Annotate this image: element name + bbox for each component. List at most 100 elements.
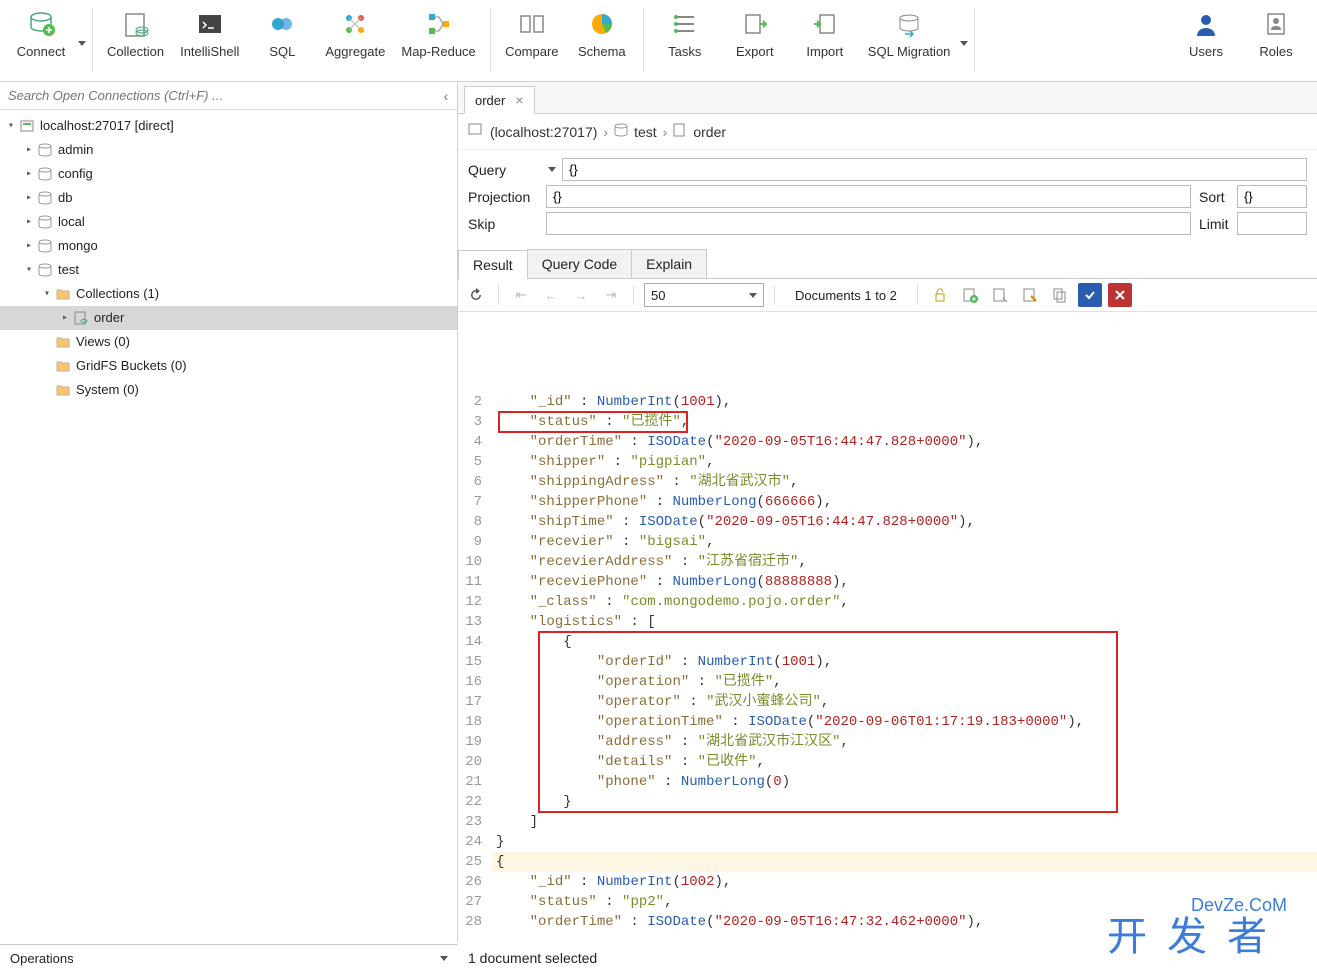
- editor-line[interactable]: 22 }: [458, 792, 1317, 812]
- editor-line[interactable]: 13 "logistics" : [: [458, 612, 1317, 632]
- migration-icon: [893, 8, 925, 40]
- tree-db-test[interactable]: ▾test: [0, 258, 457, 282]
- aggregate-icon: [339, 8, 371, 40]
- skip-input[interactable]: [546, 212, 1191, 235]
- next-page-button[interactable]: →: [569, 283, 593, 307]
- editor-line[interactable]: 2 "_id" : NumberInt(1001),: [458, 392, 1317, 412]
- database-plus-icon: [25, 8, 57, 40]
- editor-line[interactable]: 3 "status" : "已揽件",: [458, 412, 1317, 432]
- page-size-select[interactable]: 50: [644, 283, 764, 307]
- compare-button[interactable]: Compare: [497, 4, 567, 63]
- tree-db-local[interactable]: ▸local: [0, 210, 457, 234]
- editor-line[interactable]: 9 "recevier" : "bigsai",: [458, 532, 1317, 552]
- editor-line[interactable]: 23 ]: [458, 812, 1317, 832]
- folder-icon: [54, 334, 72, 350]
- view-doc-button[interactable]: [988, 283, 1012, 307]
- tree-db-config[interactable]: ▸config: [0, 162, 457, 186]
- projection-input[interactable]: [546, 185, 1191, 208]
- sort-input[interactable]: [1237, 185, 1307, 208]
- mapreduce-button[interactable]: Map-Reduce: [393, 4, 483, 63]
- tab-close-icon[interactable]: ×: [515, 92, 523, 108]
- database-icon: [36, 142, 54, 158]
- editor-line[interactable]: 12 "_class" : "com.mongodemo.pojo.order"…: [458, 592, 1317, 612]
- search-connections-input[interactable]: [0, 82, 435, 109]
- query-dropdown-icon[interactable]: [548, 167, 556, 172]
- operations-panel-toggle[interactable]: Operations: [0, 944, 458, 972]
- copy-doc-button[interactable]: [1048, 283, 1072, 307]
- tab-order[interactable]: order ×: [464, 86, 535, 114]
- update-button[interactable]: [1078, 283, 1102, 307]
- editor-line[interactable]: 6 "shippingAdress" : "湖北省武汉市",: [458, 472, 1317, 492]
- import-button[interactable]: Import: [790, 4, 860, 63]
- intellishell-button[interactable]: IntelliShell: [172, 4, 247, 63]
- editor-line[interactable]: 19 "address" : "湖北省武汉市江汉区",: [458, 732, 1317, 752]
- tree-gridfs-folder[interactable]: ▸GridFS Buckets (0): [0, 354, 457, 378]
- json-editor[interactable]: 2 "_id" : NumberInt(1001),3 "status" : "…: [458, 312, 1317, 942]
- database-icon: [36, 166, 54, 182]
- edit-doc-button[interactable]: [1018, 283, 1042, 307]
- breadcrumb-collection[interactable]: order: [693, 124, 726, 140]
- tree-collections-folder[interactable]: ▾Collections (1): [0, 282, 457, 306]
- editor-line[interactable]: 4 "orderTime" : ISODate("2020-09-05T16:4…: [458, 432, 1317, 452]
- editor-line[interactable]: 15 "orderId" : NumberInt(1001),: [458, 652, 1317, 672]
- tree-host[interactable]: ▾localhost:27017 [direct]: [0, 114, 457, 138]
- database-icon: [36, 214, 54, 230]
- import-icon: [809, 8, 841, 40]
- editor-line[interactable]: 26 "_id" : NumberInt(1002),: [458, 872, 1317, 892]
- roles-button[interactable]: Roles: [1241, 4, 1311, 63]
- sqlmigration-button[interactable]: SQL Migration: [860, 4, 959, 63]
- editor-line[interactable]: 5 "shipper" : "pigpian",: [458, 452, 1317, 472]
- tasks-button[interactable]: Tasks: [650, 4, 720, 63]
- editor-line[interactable]: 16 "operation" : "已揽件",: [458, 672, 1317, 692]
- tree-db-db[interactable]: ▸db: [0, 186, 457, 210]
- editor-line[interactable]: 25{: [458, 852, 1317, 872]
- connect-dropdown-icon[interactable]: [78, 41, 86, 46]
- sql-button[interactable]: SQL: [247, 4, 317, 63]
- last-page-button[interactable]: ⇥: [599, 283, 623, 307]
- collapse-pane-button[interactable]: ‹: [435, 88, 457, 104]
- editor-line[interactable]: 17 "operator" : "武汉小蜜蜂公司",: [458, 692, 1317, 712]
- skip-label: Skip: [468, 216, 546, 232]
- editor-line[interactable]: 7 "shipperPhone" : NumberLong(666666),: [458, 492, 1317, 512]
- connections-tree: ▾localhost:27017 [direct] ▸admin ▸config…: [0, 110, 457, 942]
- migration-dropdown-icon[interactable]: [960, 41, 968, 46]
- tab-result[interactable]: Result: [458, 250, 528, 279]
- export-button[interactable]: Export: [720, 4, 790, 63]
- lock-button[interactable]: [928, 283, 952, 307]
- editor-line[interactable]: 27 "status" : "pp2",: [458, 892, 1317, 912]
- tree-system-folder[interactable]: ▸System (0): [0, 378, 457, 402]
- users-button[interactable]: Users: [1171, 4, 1241, 63]
- editor-line[interactable]: 10 "recevierAddress" : "江苏省宿迁市",: [458, 552, 1317, 572]
- refresh-button[interactable]: [464, 283, 488, 307]
- limit-input[interactable]: [1237, 212, 1307, 235]
- aggregate-button[interactable]: Aggregate: [317, 4, 393, 63]
- tree-db-admin[interactable]: ▸admin: [0, 138, 457, 162]
- connect-button[interactable]: Connect: [6, 4, 76, 63]
- terminal-icon: [194, 8, 226, 40]
- sql-icon: [266, 8, 298, 40]
- editor-line[interactable]: 24}: [458, 832, 1317, 852]
- collection-button[interactable]: Collection: [99, 4, 172, 63]
- tree-collection-order[interactable]: ▸order: [0, 306, 457, 330]
- editor-line[interactable]: 14 {: [458, 632, 1317, 652]
- editor-line[interactable]: 11 "receviePhone" : NumberLong(88888888)…: [458, 572, 1317, 592]
- tab-query-code[interactable]: Query Code: [527, 249, 632, 278]
- tab-explain[interactable]: Explain: [631, 249, 707, 278]
- delete-button[interactable]: [1108, 283, 1132, 307]
- tree-views-folder[interactable]: ▸Views (0): [0, 330, 457, 354]
- breadcrumb-host[interactable]: (localhost:27017): [490, 124, 597, 140]
- add-doc-button[interactable]: [958, 283, 982, 307]
- editor-line[interactable]: 21 "phone" : NumberLong(0): [458, 772, 1317, 792]
- editor-line[interactable]: 8 "shipTime" : ISODate("2020-09-05T16:44…: [458, 512, 1317, 532]
- query-input[interactable]: [562, 158, 1307, 181]
- query-label: Query: [468, 162, 546, 178]
- editor-line[interactable]: 20 "details" : "已收件",: [458, 752, 1317, 772]
- schema-button[interactable]: Schema: [567, 4, 637, 63]
- breadcrumb-db[interactable]: test: [634, 124, 657, 140]
- first-page-button[interactable]: ⇤: [509, 283, 533, 307]
- prev-page-button[interactable]: ←: [539, 283, 563, 307]
- tasks-icon: [669, 8, 701, 40]
- tree-db-mongo[interactable]: ▸mongo: [0, 234, 457, 258]
- editor-line[interactable]: 28 "orderTime" : ISODate("2020-09-05T16:…: [458, 912, 1317, 932]
- editor-line[interactable]: 18 "operationTime" : ISODate("2020-09-06…: [458, 712, 1317, 732]
